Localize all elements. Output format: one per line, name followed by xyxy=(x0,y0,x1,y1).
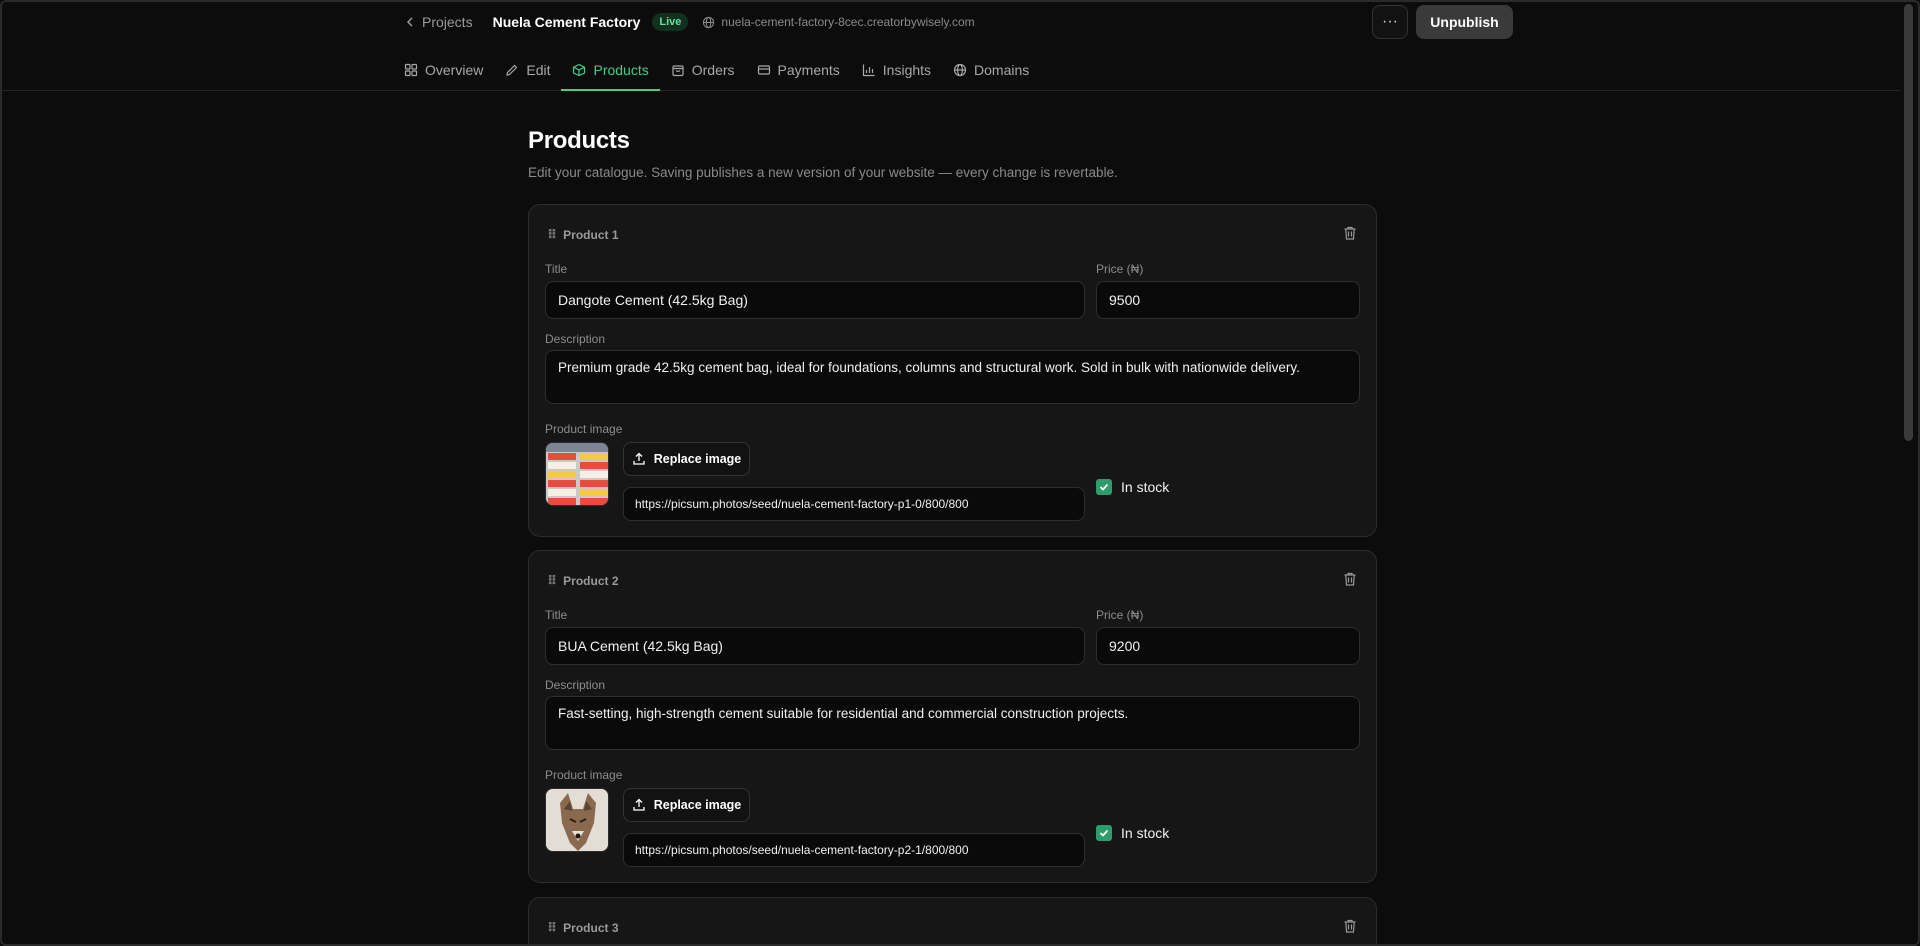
domain-text: nuela-cement-factory-8cec.creatorbywisel… xyxy=(721,15,975,29)
globe-icon xyxy=(703,16,715,28)
product-image-thumbnail xyxy=(545,442,609,506)
tab-label: Payments xyxy=(777,62,840,78)
replace-image-button[interactable]: Replace image xyxy=(623,442,750,476)
globe-icon xyxy=(953,63,967,77)
tab-insights[interactable]: Insights xyxy=(851,52,942,88)
product-number: Product 3 xyxy=(563,921,619,935)
in-stock-checkbox[interactable]: In stock xyxy=(1096,479,1169,495)
status-badge: Live xyxy=(652,13,689,31)
product-image-thumbnail xyxy=(545,788,609,852)
replace-image-label: Replace image xyxy=(653,798,742,812)
card-icon xyxy=(757,65,770,75)
chart-icon xyxy=(862,64,875,77)
product-card: ⠿ Product 2 Title BUA Cement (42.5kg Bag… xyxy=(528,550,1377,883)
drag-handle-icon[interactable]: ⠿ xyxy=(547,920,557,936)
description-textarea[interactable]: Fast-setting, high-strength cement suita… xyxy=(545,696,1360,750)
product-image xyxy=(546,789,608,851)
price-input[interactable]: 9200 xyxy=(1096,627,1360,665)
products-panel: Products Edit your catalogue. Saving pub… xyxy=(528,127,1377,946)
bag-icon xyxy=(672,65,684,77)
description-label: Description xyxy=(545,332,606,346)
product-number: Product 1 xyxy=(563,228,619,242)
replace-image-label: Replace image xyxy=(653,452,742,466)
tab-label: Overview xyxy=(425,62,484,78)
product-number: Product 2 xyxy=(563,574,619,588)
domain-link[interactable]: nuela-cement-factory-8cec.creatorbywisel… xyxy=(702,15,975,29)
tab-label: Products xyxy=(593,62,649,78)
tab-overview[interactable]: Overview xyxy=(404,52,494,88)
page-title: Products xyxy=(528,127,630,154)
checkbox-checked-icon xyxy=(1096,479,1112,495)
checkbox-checked-icon xyxy=(1096,825,1112,841)
chevron-left-icon xyxy=(406,17,413,27)
breadcrumb: Projects Nuela Cement Factory Live nuela… xyxy=(404,10,975,34)
price-label: Price (₦) xyxy=(1096,262,1144,276)
product-card: ⠿ Product 3 xyxy=(528,897,1377,946)
in-stock-label: In stock xyxy=(1121,479,1170,495)
in-stock-checkbox[interactable]: In stock xyxy=(1096,825,1169,841)
unpublish-button[interactable]: Unpublish xyxy=(1416,5,1513,39)
upload-icon xyxy=(633,798,645,811)
tab-label: Edit xyxy=(526,62,551,78)
price-input[interactable]: 9500 xyxy=(1096,281,1360,319)
drag-handle-icon[interactable]: ⠿ xyxy=(547,573,557,589)
title-label: Title xyxy=(545,608,568,622)
tab-domains[interactable]: Domains xyxy=(942,52,1040,88)
title-input[interactable]: BUA Cement (42.5kg Bag) xyxy=(545,627,1085,665)
back-label: Projects xyxy=(422,14,473,30)
description-textarea[interactable]: Premium grade 42.5kg cement bag, ideal f… xyxy=(545,350,1360,404)
product-card-header: ⠿ Product 1 xyxy=(547,227,619,243)
tab-label: Domains xyxy=(974,62,1030,78)
trash-icon[interactable] xyxy=(1342,571,1358,587)
in-stock-label: In stock xyxy=(1121,825,1170,841)
back-to-projects-link[interactable]: Projects xyxy=(404,14,473,30)
image-url-input[interactable]: https://picsum.photos/seed/nuela-cement-… xyxy=(623,487,1085,521)
tab-orders[interactable]: Orders xyxy=(660,52,746,88)
tab-payments[interactable]: Payments xyxy=(746,52,851,88)
title-input[interactable]: Dangote Cement (42.5kg Bag) xyxy=(545,281,1085,319)
tab-products[interactable]: Products xyxy=(561,52,660,91)
tab-edit[interactable]: Edit xyxy=(494,52,561,88)
image-label: Product image xyxy=(545,422,623,436)
upload-icon xyxy=(633,452,645,465)
more-options-button[interactable]: ··· xyxy=(1372,5,1408,39)
product-card-header: ⠿ Product 3 xyxy=(547,920,619,936)
replace-image-button[interactable]: Replace image xyxy=(623,788,750,822)
image-label: Product image xyxy=(545,768,623,782)
product-card: ⠿ Product 1 Title Dangote Cement (42.5kg… xyxy=(528,204,1377,537)
price-label: Price (₦) xyxy=(1096,608,1144,622)
product-image xyxy=(546,443,608,505)
tab-label: Insights xyxy=(882,62,932,78)
page-subtitle: Edit your catalogue. Saving publishes a … xyxy=(528,165,1118,180)
tab-label: Orders xyxy=(691,62,735,78)
box-icon xyxy=(573,63,586,77)
tab-bar: Overview Edit Products Orders Payments I… xyxy=(404,52,1040,91)
project-name: Nuela Cement Factory xyxy=(492,14,641,30)
image-url-input[interactable]: https://picsum.photos/seed/nuela-cement-… xyxy=(623,833,1085,867)
pencil-icon xyxy=(506,64,518,76)
description-label: Description xyxy=(545,678,606,692)
trash-icon[interactable] xyxy=(1342,918,1358,934)
trash-icon[interactable] xyxy=(1342,225,1358,241)
drag-handle-icon[interactable]: ⠿ xyxy=(547,227,557,243)
product-card-header: ⠿ Product 2 xyxy=(547,573,619,589)
top-bar: Projects Nuela Cement Factory Live nuela… xyxy=(0,0,1900,91)
scrollbar-thumb[interactable] xyxy=(1904,4,1913,441)
grid-icon xyxy=(404,63,418,77)
title-label: Title xyxy=(545,262,568,276)
